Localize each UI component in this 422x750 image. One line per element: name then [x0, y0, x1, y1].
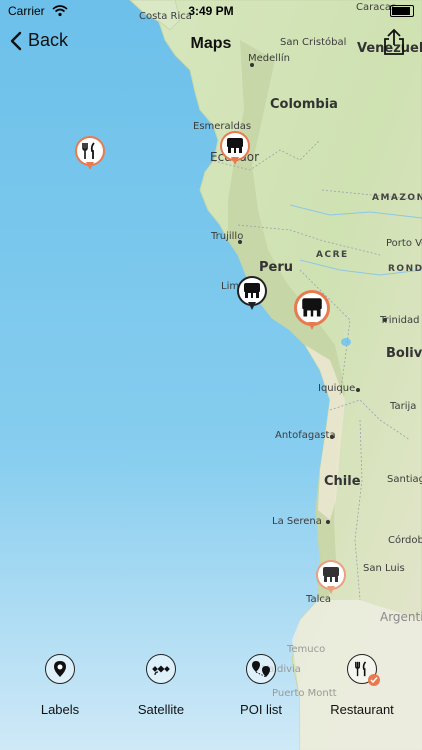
city-dot: [326, 520, 330, 524]
map-label-la-serena: La Serena: [272, 516, 322, 527]
restaurant-icon: [355, 661, 367, 677]
map-label-cordoba: Córdoba: [388, 535, 422, 546]
restaurant-label: Restaurant: [330, 702, 394, 717]
cusco-pin[interactable]: [294, 290, 330, 332]
satellite-button[interactable]: Satellite: [116, 654, 206, 717]
status-time: 3:49 PM: [188, 4, 234, 18]
battery-icon: [390, 5, 414, 17]
teeth-icon: [244, 283, 260, 298]
lima-pin[interactable]: [237, 276, 267, 312]
fork-knife-icon: [82, 142, 95, 159]
map-label-santiago-del-estero: Santiago del Estero: [387, 474, 422, 485]
poi-list-label: POI list: [240, 702, 282, 717]
poi-list-icon: [252, 661, 270, 678]
map-label-argentina: Argentina: [380, 610, 422, 624]
satellite-icon: [152, 665, 170, 676]
map-label-rondonia: RONDÔ: [388, 264, 422, 274]
city-dot: [238, 240, 242, 244]
city-dot: [330, 435, 334, 439]
labels-button[interactable]: Labels: [15, 654, 105, 717]
restaurant-pin[interactable]: [75, 136, 105, 172]
city-dot: [356, 388, 360, 392]
restaurant-button[interactable]: Restaurant: [317, 654, 407, 717]
check-badge-icon: [368, 674, 380, 686]
map-label-iquique: Iquique: [318, 383, 356, 394]
teeth-icon: [302, 298, 322, 317]
map-label-amazonas: AMAZONA: [372, 193, 422, 203]
teeth-icon: [227, 138, 243, 153]
map-label-colombia: Colombia: [270, 97, 338, 112]
map-view[interactable]: [0, 0, 422, 750]
labels-label: Labels: [40, 702, 80, 717]
map-label-tarija: Tarija: [390, 401, 417, 412]
map-label-acre: ACRE: [316, 250, 349, 260]
map-label-bolivia: Bolivia: [386, 346, 422, 361]
satellite-label: Satellite: [137, 702, 185, 717]
map-label-peru: Peru: [259, 260, 294, 275]
santiago-pin[interactable]: [316, 560, 346, 596]
map-label-antofagasta: Antofagasta: [275, 430, 336, 441]
poi-list-button[interactable]: POI list: [216, 654, 306, 717]
hotel-pin[interactable]: [220, 131, 250, 167]
share-icon[interactable]: [382, 28, 406, 56]
page-title: Maps: [190, 35, 232, 52]
city-dot: [383, 318, 387, 322]
teeth-icon: [323, 567, 339, 582]
bottom-toolbar: Labels Satellite POI list Restaurant: [0, 640, 422, 750]
map-label-porto-velho: Porto Ve: [386, 238, 422, 249]
location-pin-icon: [54, 661, 66, 677]
lake-titicaca: [341, 338, 351, 346]
map-label-san-luis: San Luis: [363, 563, 405, 574]
nav-bar: Back Maps: [0, 24, 422, 64]
map-label-chile: Chile: [324, 474, 361, 489]
